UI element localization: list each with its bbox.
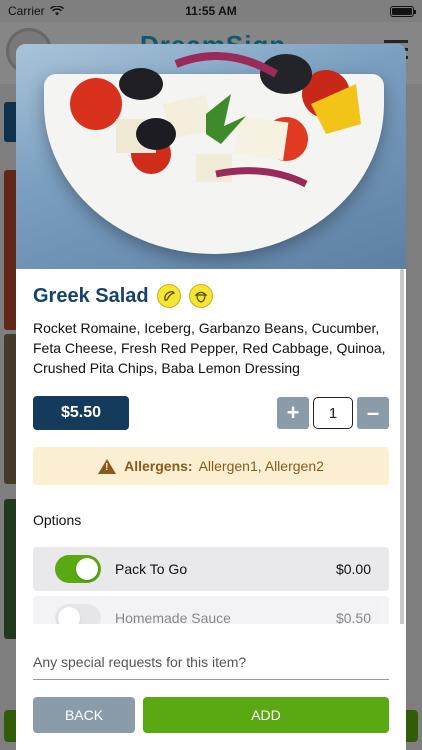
- special-requests-input[interactable]: Any special requests for this item?: [33, 644, 389, 680]
- allergens-notice: Allergens: Allergen1, Allergen2: [33, 447, 389, 485]
- quantity-stepper: + 1 –: [277, 397, 389, 429]
- item-detail-modal: Greek Salad Rocket Romaine, Iceberg, Gar…: [16, 44, 406, 750]
- scrollbar[interactable]: [400, 269, 404, 679]
- quantity-field[interactable]: 1: [313, 397, 353, 429]
- increase-quantity-button[interactable]: +: [277, 397, 309, 429]
- salad-illustration: [70, 52, 361, 188]
- option-price: $0.00: [335, 561, 371, 577]
- option-row[interactable]: Pack To Go $0.00: [33, 547, 389, 591]
- price-badge: $5.50: [33, 396, 129, 430]
- item-title: Greek Salad: [33, 284, 149, 307]
- acorn-icon: [188, 284, 213, 308]
- item-photo: [16, 44, 406, 269]
- allergens-values: Allergen1, Allergen2: [198, 458, 324, 474]
- options-heading: Options: [33, 512, 82, 528]
- add-button[interactable]: ADD: [143, 697, 389, 733]
- option-name: Pack To Go: [115, 561, 188, 577]
- warning-icon: [98, 458, 117, 474]
- decrease-quantity-button[interactable]: –: [357, 397, 389, 429]
- item-title-row: Greek Salad: [33, 284, 213, 308]
- pepper-icon: [156, 284, 181, 308]
- allergens-label: Allergens:: [124, 458, 193, 474]
- option-toggle[interactable]: [55, 555, 101, 583]
- item-description: Rocket Romaine, Iceberg, Garbanzo Beans,…: [33, 320, 386, 376]
- back-button[interactable]: BACK: [33, 697, 135, 733]
- bottom-panel: Any special requests for this item? BACK…: [16, 624, 406, 750]
